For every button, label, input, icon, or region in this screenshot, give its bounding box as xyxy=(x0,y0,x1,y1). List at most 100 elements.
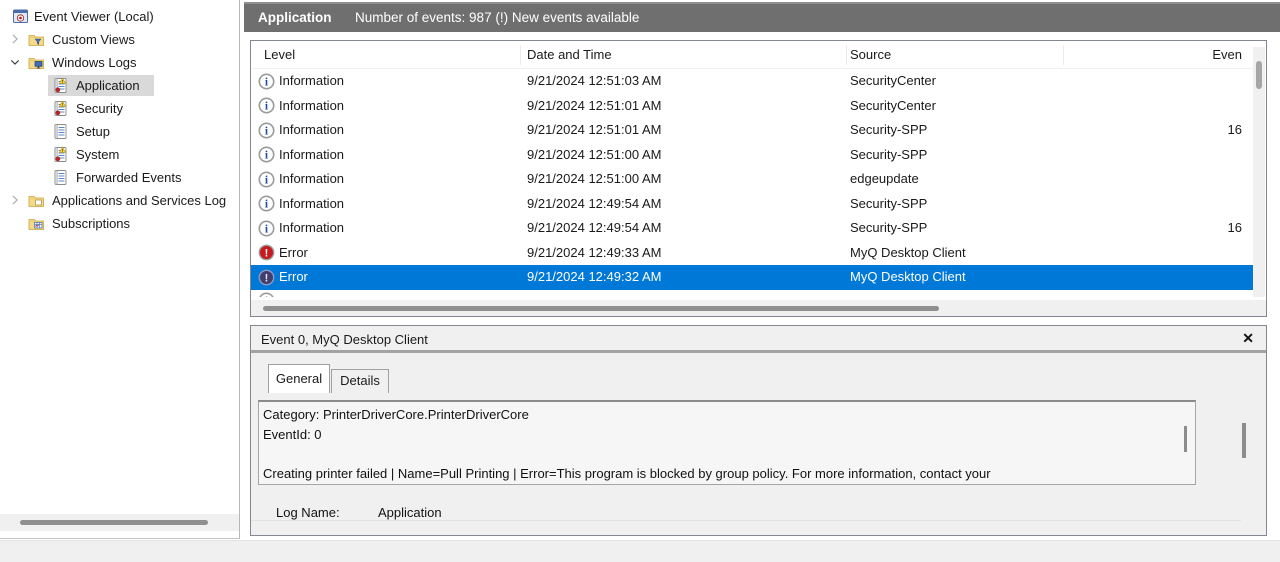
column-header-even[interactable]: Even xyxy=(1212,47,1242,62)
information-icon: i xyxy=(258,171,275,188)
cell-source: Security-SPP xyxy=(850,122,927,137)
event-description-box[interactable]: Category: PrinterDriverCore.PrinterDrive… xyxy=(258,400,1196,485)
log-alert-icon xyxy=(52,100,69,117)
information-icon: i xyxy=(258,97,275,114)
cell-datetime: 9/21/2024 12:49:33 AM xyxy=(527,245,661,260)
tab-general[interactable]: General xyxy=(268,364,330,393)
event-row[interactable]: iInformation9/21/2024 12:51:01 AMSecurit… xyxy=(251,94,1254,119)
column-header-level[interactable]: Level xyxy=(264,47,295,62)
cell-datetime: 9/21/2024 12:49:32 AM xyxy=(527,269,661,284)
log-title: Application xyxy=(258,10,332,25)
horizontal-scrollbar-thumb[interactable] xyxy=(263,306,939,311)
tree-item-label: Forwarded Events xyxy=(76,169,182,186)
tree-item-windows-logs[interactable]: Windows Logs xyxy=(0,51,239,74)
folder-apps-icon xyxy=(28,192,45,209)
event-row-selected[interactable]: ! Error 9/21/2024 12:49:32 AM MyQ Desktop C… xyxy=(251,265,1254,290)
window-bottom-strip xyxy=(0,540,1280,562)
event-list-header: Level Date and Time Source Even xyxy=(251,41,1266,69)
event-row[interactable]: i Information 9/21/2024 12:51:00 AM Securit… xyxy=(251,143,1254,168)
log-plain-icon xyxy=(52,169,69,186)
tree-item-label: Applications and Services Log xyxy=(52,192,226,209)
cell-level: Error xyxy=(279,245,308,260)
column-separator[interactable] xyxy=(1063,45,1064,65)
description-line: Creating printer failed | Name=Pull Prin… xyxy=(263,464,1181,484)
description-line: EventId: 0 xyxy=(263,425,1181,445)
error-icon-selected: ! xyxy=(258,269,275,286)
event-row[interactable]: i Information 9/21/2024 12:49:54 AM Securit… xyxy=(251,192,1254,217)
cell-level: Information xyxy=(279,220,344,235)
tree-item-applications-and-services-log[interactable]: Applications and Services Log xyxy=(0,189,239,212)
cell-level: Information xyxy=(279,122,344,137)
information-icon: i xyxy=(258,220,275,237)
event-description-text: Category: PrinterDriverCore.PrinterDrive… xyxy=(259,402,1195,483)
log-name-label: Log Name: xyxy=(276,505,340,520)
description-line: Category: PrinterDriverCore.PrinterDrive… xyxy=(263,405,1181,425)
tree-item-security[interactable]: Security xyxy=(0,97,239,120)
chevron-right-icon[interactable] xyxy=(8,193,22,207)
tree-item-event-viewer-local[interactable]: Event Viewer (Local) xyxy=(0,5,239,28)
tree-item-application[interactable]: Application xyxy=(0,74,239,97)
details-pane-header: Event 0, MyQ Desktop Client ✕ xyxy=(251,326,1266,353)
log-name-value: Application xyxy=(378,505,442,520)
tree-item-label: Security xyxy=(76,100,123,117)
cell-level: Information xyxy=(279,147,344,162)
cell-datetime: 9/21/2024 12:51:00 AM xyxy=(527,147,661,162)
cell-level: Information xyxy=(279,171,344,186)
tree-item-label: Setup xyxy=(76,123,110,140)
column-header-source[interactable]: Source xyxy=(850,47,891,62)
log-name-row: Log Name: Application xyxy=(251,502,1241,521)
cell-event_id: 16 xyxy=(1228,220,1242,235)
cell-level: Information xyxy=(279,73,344,88)
event-list-horizontal-scrollbar[interactable] xyxy=(251,300,1266,316)
cell-datetime: 9/21/2024 12:51:03 AM xyxy=(527,73,661,88)
tree-item-setup[interactable]: Setup xyxy=(0,120,239,143)
event-row-partial[interactable]: i xyxy=(251,290,1254,297)
close-icon[interactable]: ✕ xyxy=(1242,330,1254,347)
column-header-date-and-time[interactable]: Date and Time xyxy=(527,47,612,62)
log-alert-icon xyxy=(52,77,69,94)
information-icon: i xyxy=(258,195,275,212)
event-details-pane: Event 0, MyQ Desktop Client ✕ GeneralDet… xyxy=(250,325,1267,536)
sidebar-scrollbar-thumb[interactable] xyxy=(20,520,208,525)
log-title-bar: Application Number of events: 987 (!) Ne… xyxy=(244,2,1280,32)
event-list-panel: LevelDate and TimeSourceEven iInformatio… xyxy=(250,40,1267,317)
event-row[interactable]: !Error9/21/2024 12:49:33 AMMyQ Desktop C… xyxy=(251,241,1254,266)
information-icon: i xyxy=(258,73,275,90)
tree-item-custom-views[interactable]: Custom Views xyxy=(0,28,239,51)
tree-item-label: Windows Logs xyxy=(52,54,137,71)
cell-source: SecurityCenter xyxy=(850,73,936,88)
log-alert-icon xyxy=(52,146,69,163)
sidebar-horizontal-scrollbar[interactable] xyxy=(0,514,239,531)
cell-event_id: 16 xyxy=(1228,122,1242,137)
cell-source: MyQ Desktop Client xyxy=(850,269,966,284)
console-tree-panel: Event Viewer (Local)Custom Views Windows … xyxy=(0,0,240,539)
tree-item-subscriptions[interactable]: Subscriptions xyxy=(0,212,239,235)
tab-details[interactable]: Details xyxy=(331,369,389,393)
chevron-right-icon[interactable] xyxy=(8,32,22,46)
details-pane-title: Event 0, MyQ Desktop Client xyxy=(261,332,428,347)
cell-datetime: 9/21/2024 12:49:54 AM xyxy=(527,220,661,235)
event-row[interactable]: i Information 9/21/2024 12:49:54 AM Securit… xyxy=(251,216,1254,241)
details-pane-scrollbar-thumb[interactable] xyxy=(1242,423,1246,458)
description-scrollbar-thumb[interactable] xyxy=(1184,426,1187,452)
cell-datetime: 9/21/2024 12:49:54 AM xyxy=(527,196,661,211)
vertical-scrollbar-thumb[interactable] xyxy=(1256,61,1262,89)
tree-item-system[interactable]: System xyxy=(0,143,239,166)
column-separator[interactable] xyxy=(846,45,847,65)
event-viewer-icon xyxy=(12,8,29,25)
cell-level: Error xyxy=(279,269,308,284)
folder-filter-icon xyxy=(28,31,45,48)
event-list-vertical-scrollbar[interactable] xyxy=(1253,47,1265,297)
cell-source: Security-SPP xyxy=(850,196,927,211)
folder-monitor-icon xyxy=(28,54,45,71)
event-row[interactable]: iInformation9/21/2024 12:51:01 AMSecurit… xyxy=(251,118,1254,143)
cell-source: Security-SPP xyxy=(850,220,927,235)
tree-item-forwarded-events[interactable]: Forwarded Events xyxy=(0,166,239,189)
cell-level: Information xyxy=(279,196,344,211)
event-row[interactable]: iInformation9/21/2024 12:51:00 AMedgeupd… xyxy=(251,167,1254,192)
information-icon: i xyxy=(258,146,275,163)
cell-source: Security-SPP xyxy=(850,147,927,162)
event-row[interactable]: i Information 9/21/2024 12:51:03 AM Securit… xyxy=(251,69,1254,94)
column-separator[interactable] xyxy=(520,45,521,65)
chevron-down-icon[interactable] xyxy=(8,55,22,69)
